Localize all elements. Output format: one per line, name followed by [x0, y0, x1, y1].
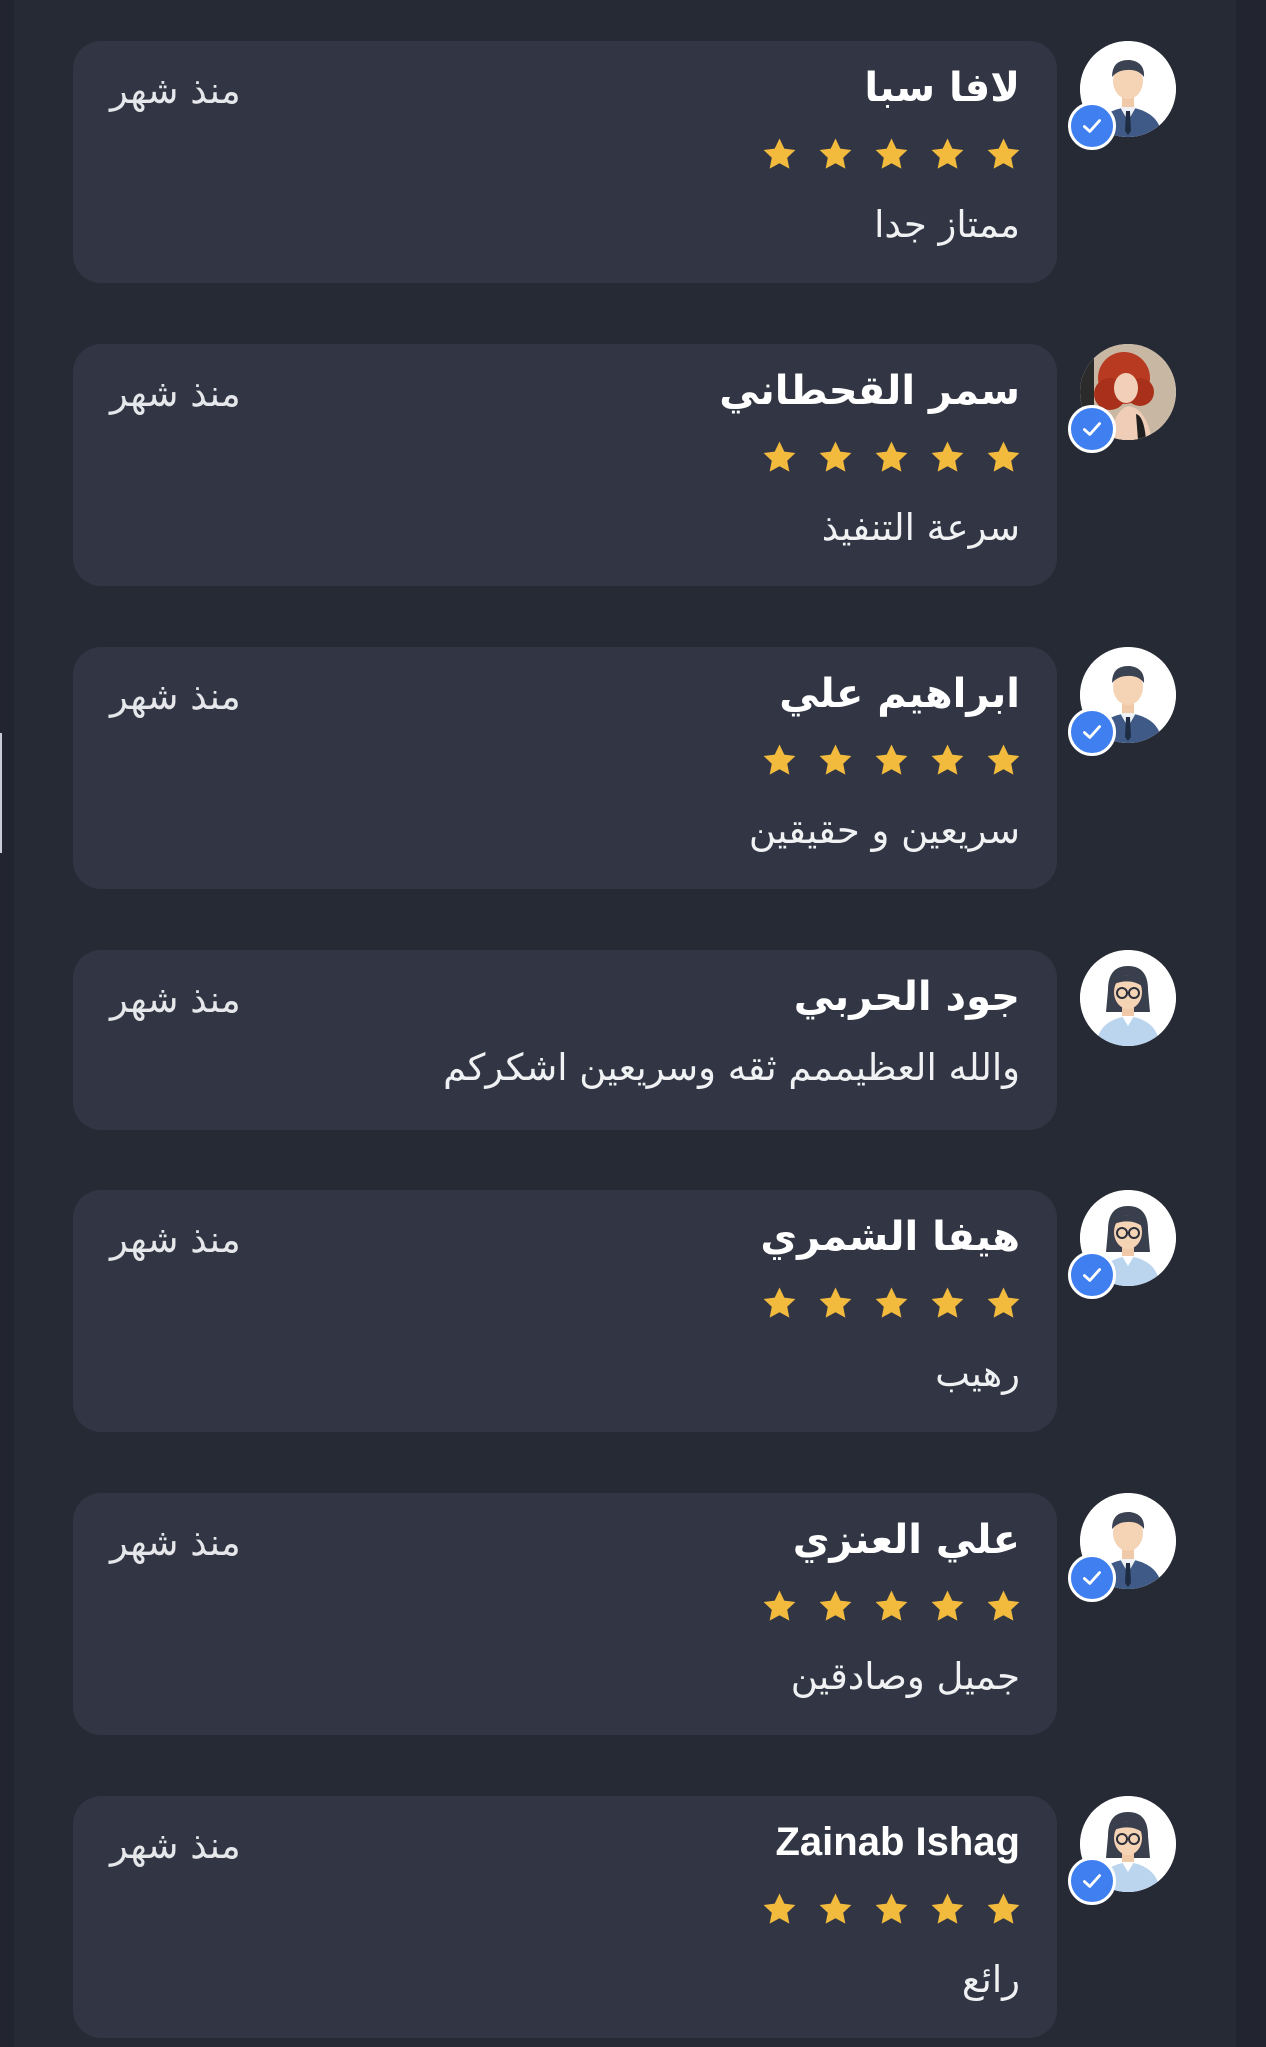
star-icon — [761, 1891, 798, 1932]
review-time: منذ شهر — [110, 69, 241, 112]
star-icon — [929, 742, 966, 783]
star-rating — [761, 136, 1022, 177]
star-icon — [929, 1891, 966, 1932]
star-icon — [873, 136, 910, 177]
star-icon — [761, 742, 798, 783]
reviewer-name: Zainab Ishag — [775, 1820, 1021, 1864]
star-icon — [817, 1285, 854, 1326]
review-time: منذ شهر — [110, 1218, 241, 1261]
star-icon — [761, 1588, 798, 1629]
star-icon — [873, 1891, 910, 1932]
reviewer-name: هيفا الشمري — [760, 1214, 1020, 1260]
star-icon — [985, 1891, 1022, 1932]
star-icon — [873, 439, 910, 480]
star-icon — [873, 1285, 910, 1326]
side-drawer-handle[interactable] — [0, 733, 2, 853]
verified-check-icon — [1068, 1251, 1116, 1299]
review-card: سمر القحطاني منذ شهر سرعة التنفيذ — [73, 344, 1057, 586]
star-icon — [817, 1891, 854, 1932]
star-rating — [761, 1588, 1022, 1629]
review-comment: سرعة التنفيذ — [821, 506, 1020, 549]
review-comment: سريعين و حقيقين — [748, 809, 1020, 852]
verified-check-icon — [1068, 405, 1116, 453]
reviewer-name: ابراهيم علي — [779, 671, 1020, 717]
star-icon — [761, 1285, 798, 1326]
verified-check-icon — [1068, 1554, 1116, 1602]
review-card: جود الحربي منذ شهر والله العظيممم ثقه وس… — [73, 950, 1057, 1130]
verified-check-icon — [1068, 102, 1116, 150]
review-card: علي العنزي منذ شهر جميل وصادقين — [73, 1493, 1057, 1735]
star-icon — [817, 136, 854, 177]
review-comment: رهيب — [935, 1352, 1020, 1395]
star-icon — [985, 439, 1022, 480]
star-rating — [761, 742, 1022, 783]
review-comment: ممتاز جدا — [874, 203, 1020, 246]
star-icon — [929, 136, 966, 177]
star-icon — [817, 439, 854, 480]
review-card: ابراهيم علي منذ شهر سريعين و حقيقين — [73, 647, 1057, 889]
star-rating — [761, 1891, 1022, 1932]
review-time: منذ شهر — [110, 675, 241, 718]
reviewer-name: جود الحربي — [793, 974, 1020, 1020]
reviewer-name: سمر القحطاني — [719, 368, 1020, 414]
star-rating — [761, 1285, 1022, 1326]
review-time: منذ شهر — [110, 978, 241, 1021]
woman-glasses-avatar-icon — [1080, 950, 1176, 1046]
star-icon — [985, 1285, 1022, 1326]
review-comment: والله العظيممم ثقه وسريعين اشكركم — [443, 1046, 1020, 1089]
reviewer-name: لافا سبا — [864, 65, 1020, 111]
star-icon — [873, 742, 910, 783]
verified-check-icon — [1068, 708, 1116, 756]
star-icon — [761, 439, 798, 480]
star-icon — [985, 742, 1022, 783]
star-icon — [929, 1588, 966, 1629]
review-time: منذ شهر — [110, 372, 241, 415]
review-card: لافا سبا منذ شهر ممتاز جدا — [73, 41, 1057, 283]
reviewer-name: علي العنزي — [792, 1517, 1020, 1563]
star-icon — [873, 1588, 910, 1629]
star-icon — [985, 136, 1022, 177]
star-icon — [817, 742, 854, 783]
verified-check-icon — [1068, 1857, 1116, 1905]
review-time: منذ شهر — [110, 1824, 241, 1867]
review-comment: جميل وصادقين — [790, 1655, 1020, 1698]
star-icon — [761, 136, 798, 177]
star-icon — [817, 1588, 854, 1629]
star-rating — [761, 439, 1022, 480]
review-comment: رائع — [961, 1958, 1020, 2001]
star-icon — [985, 1588, 1022, 1629]
star-icon — [929, 1285, 966, 1326]
review-time: منذ شهر — [110, 1521, 241, 1564]
review-card: Zainab Ishag منذ شهر رائع — [73, 1796, 1057, 2038]
star-icon — [929, 439, 966, 480]
review-card: هيفا الشمري منذ شهر رهيب — [73, 1190, 1057, 1432]
